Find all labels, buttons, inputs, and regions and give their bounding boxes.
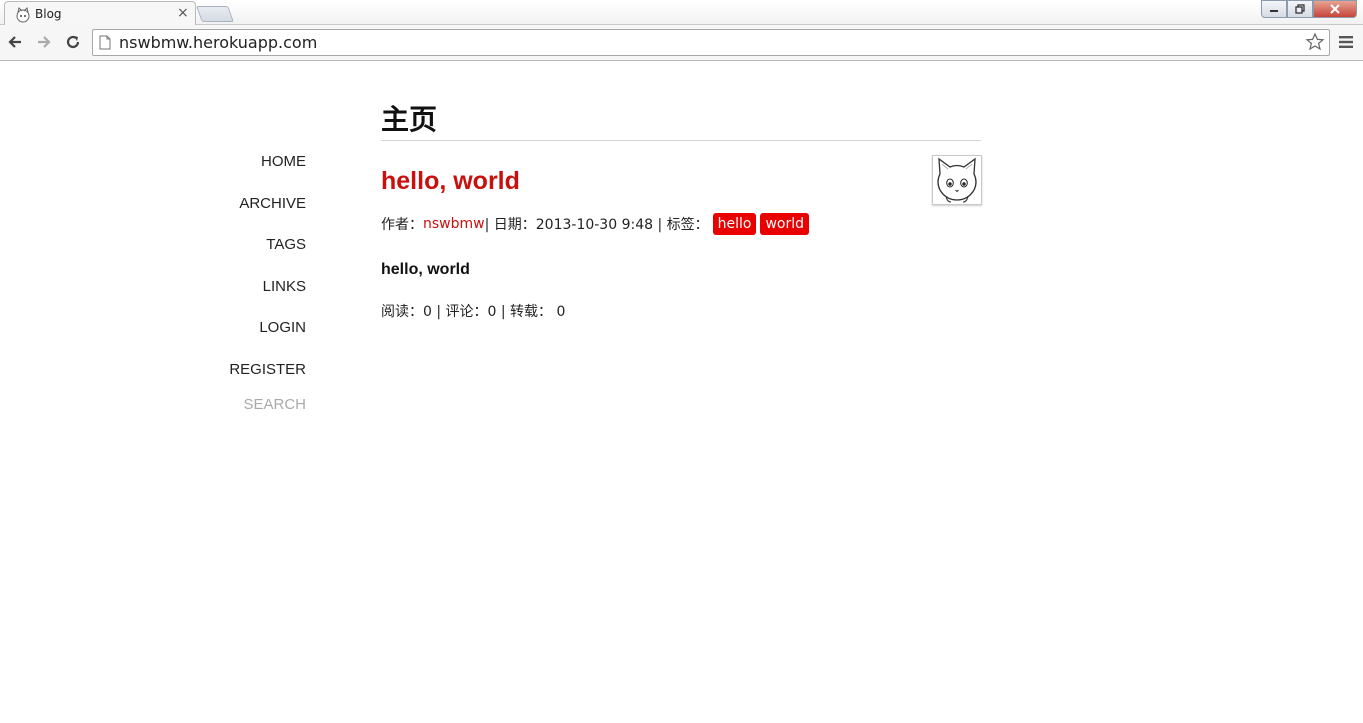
- avatar[interactable]: [932, 155, 982, 205]
- author-link[interactable]: nswbmw: [423, 216, 485, 232]
- post-title-link[interactable]: hello, world: [381, 167, 520, 196]
- tab-strip: Blog ×: [0, 0, 1363, 26]
- post-stats: 阅读：0 | 评论：0 | 转载： 0: [381, 304, 566, 320]
- forward-arrow-icon: [38, 36, 51, 48]
- reload-icon: [66, 35, 80, 49]
- sidebar-item-tags[interactable]: TAGS: [180, 233, 306, 275]
- sidebar-item-login[interactable]: LOGIN: [180, 316, 306, 358]
- window-controls: [1261, 0, 1357, 18]
- sidebar-nav: HOME ARCHIVE TAGS LINKS LOGIN REGISTER: [180, 150, 306, 400]
- title-divider: [381, 140, 981, 141]
- author-label: 作者：: [381, 217, 423, 233]
- date-and-tags-label: | 日期：2013-10-30 9:48 | 标签：: [484, 217, 709, 233]
- page-title: 主页: [381, 103, 438, 136]
- new-tab-button[interactable]: [196, 6, 234, 22]
- main-content: 主页 hello, world 作者： nswbmw | 日期：2013-10-…: [381, 96, 982, 320]
- url-text: nswbmw.herokuapp.com: [119, 33, 318, 52]
- close-window-button[interactable]: [1313, 0, 1357, 18]
- sidebar-item-links[interactable]: LINKS: [180, 275, 306, 317]
- search-input[interactable]: [180, 396, 306, 413]
- address-bar[interactable]: nswbmw.herokuapp.com: [92, 29, 1330, 56]
- restore-button[interactable]: [1287, 0, 1313, 18]
- close-icon: [1330, 4, 1340, 14]
- tag-hello[interactable]: hello: [712, 213, 757, 235]
- page-icon: [99, 35, 111, 50]
- menu-icon[interactable]: [1338, 35, 1354, 49]
- restore-icon: [1295, 4, 1305, 14]
- browser-tab[interactable]: Blog ×: [4, 1, 196, 26]
- star-icon[interactable]: [1305, 32, 1325, 52]
- post-meta: 作者： nswbmw | 日期：2013-10-30 9:48 | 标签： he…: [381, 213, 810, 235]
- browser-toolbar: nswbmw.herokuapp.com: [0, 25, 1363, 61]
- sidebar-item-register[interactable]: REGISTER: [180, 358, 306, 400]
- favicon-cat-icon: [16, 7, 30, 23]
- sidebar-item-archive[interactable]: ARCHIVE: [180, 192, 306, 234]
- sidebar-item-home[interactable]: HOME: [180, 150, 306, 192]
- tag-world[interactable]: world: [760, 213, 810, 235]
- tab-close-icon[interactable]: ×: [177, 5, 189, 21]
- avatar-cat-image: [937, 157, 977, 203]
- reload-button[interactable]: [62, 31, 84, 53]
- minimize-button[interactable]: [1261, 0, 1287, 18]
- tab-title: Blog: [35, 7, 62, 21]
- back-arrow-icon: [8, 36, 21, 48]
- minimize-icon: [1270, 10, 1278, 12]
- back-button[interactable]: [4, 31, 26, 53]
- forward-button[interactable]: [33, 31, 55, 53]
- post-body: hello, world: [381, 261, 470, 278]
